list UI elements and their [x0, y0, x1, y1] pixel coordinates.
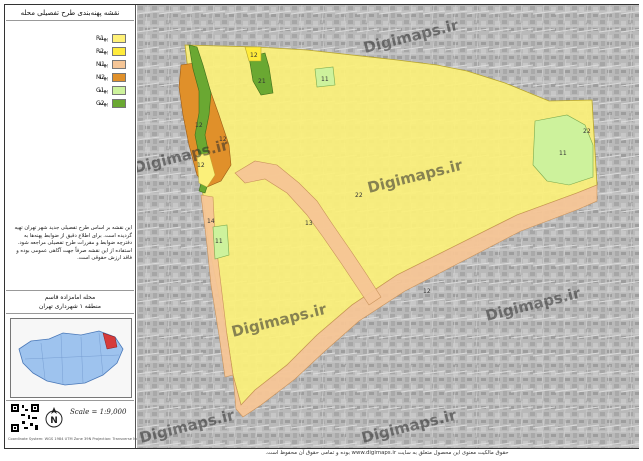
legend-swatch — [112, 47, 126, 56]
legend-label: پهنه — [98, 35, 108, 42]
zone-code: 12 — [195, 122, 203, 129]
legend-swatch — [112, 60, 126, 69]
legend-swatch — [112, 73, 126, 82]
zone-code: 22 — [583, 128, 591, 135]
legend-item-r2: R2 پهنه — [10, 46, 130, 57]
copyright-footer: حقوق مالکیت معنوی این محصول متعلق به سای… — [265, 450, 509, 456]
north-label: N — [50, 416, 58, 426]
qr-code-icon — [10, 403, 40, 433]
zoning-map: 22 12 12 12 12 13 14 11 11 11 21 12 22 D… — [137, 5, 639, 448]
neighborhood-name: محله امامزاده قاسم — [44, 294, 96, 301]
zone-code: 12 — [197, 162, 205, 169]
locator-inset-map — [10, 318, 132, 398]
legend-item-g2: G2 پهنه — [10, 98, 130, 109]
map-title: نقشه پهنه‌بندی طرح تفصیلی محله — [6, 6, 134, 21]
zone-code: 11 — [559, 150, 567, 157]
legend-label: پهنه — [98, 61, 108, 68]
legend-label: پهنه — [98, 87, 108, 94]
legend-swatch — [112, 99, 126, 108]
zone-code: 11 — [215, 238, 223, 245]
region-name: منطقه ۱ شهرداری تهران — [38, 303, 101, 310]
inset-city-outline — [18, 330, 124, 386]
legend-item-g1: G1 پهنه — [10, 85, 130, 96]
zone-code: 12 — [250, 52, 258, 59]
zone-code: 12 — [423, 288, 431, 295]
map-description: این نقشه بر اساس طرح تفصیلی جدید شهر تهر… — [14, 225, 133, 261]
north-arrow-icon: N — [45, 407, 63, 428]
zone-code: 14 — [207, 218, 215, 225]
legend-item-r1: R1 پهنه — [10, 33, 130, 44]
legend-item-m1: M1 پهنه — [10, 59, 130, 70]
legend-swatch — [112, 86, 126, 95]
map-canvas[interactable]: 22 12 12 12 12 13 14 11 11 11 21 12 22 D… — [137, 5, 639, 448]
projection-credit: Coordinate System: WGS 1984 UTM Zone 39N… — [8, 437, 150, 441]
legend-label: پهنه — [98, 48, 108, 55]
zone-code: 11 — [321, 76, 329, 83]
legend-swatch — [112, 34, 126, 43]
map-scale: Scale = 1:9,000 — [70, 408, 127, 416]
zone-code: 13 — [305, 220, 313, 227]
legend-label: پهنه — [98, 100, 108, 107]
legend-item-m2: M2 پهنه — [10, 72, 130, 83]
legend-label: پهنه — [98, 74, 108, 81]
zone-code: 21 — [258, 78, 266, 85]
zone-code: 22 — [355, 192, 363, 199]
district-info: محله امامزاده قاسم منطقه ۱ شهرداری تهران — [6, 290, 134, 314]
